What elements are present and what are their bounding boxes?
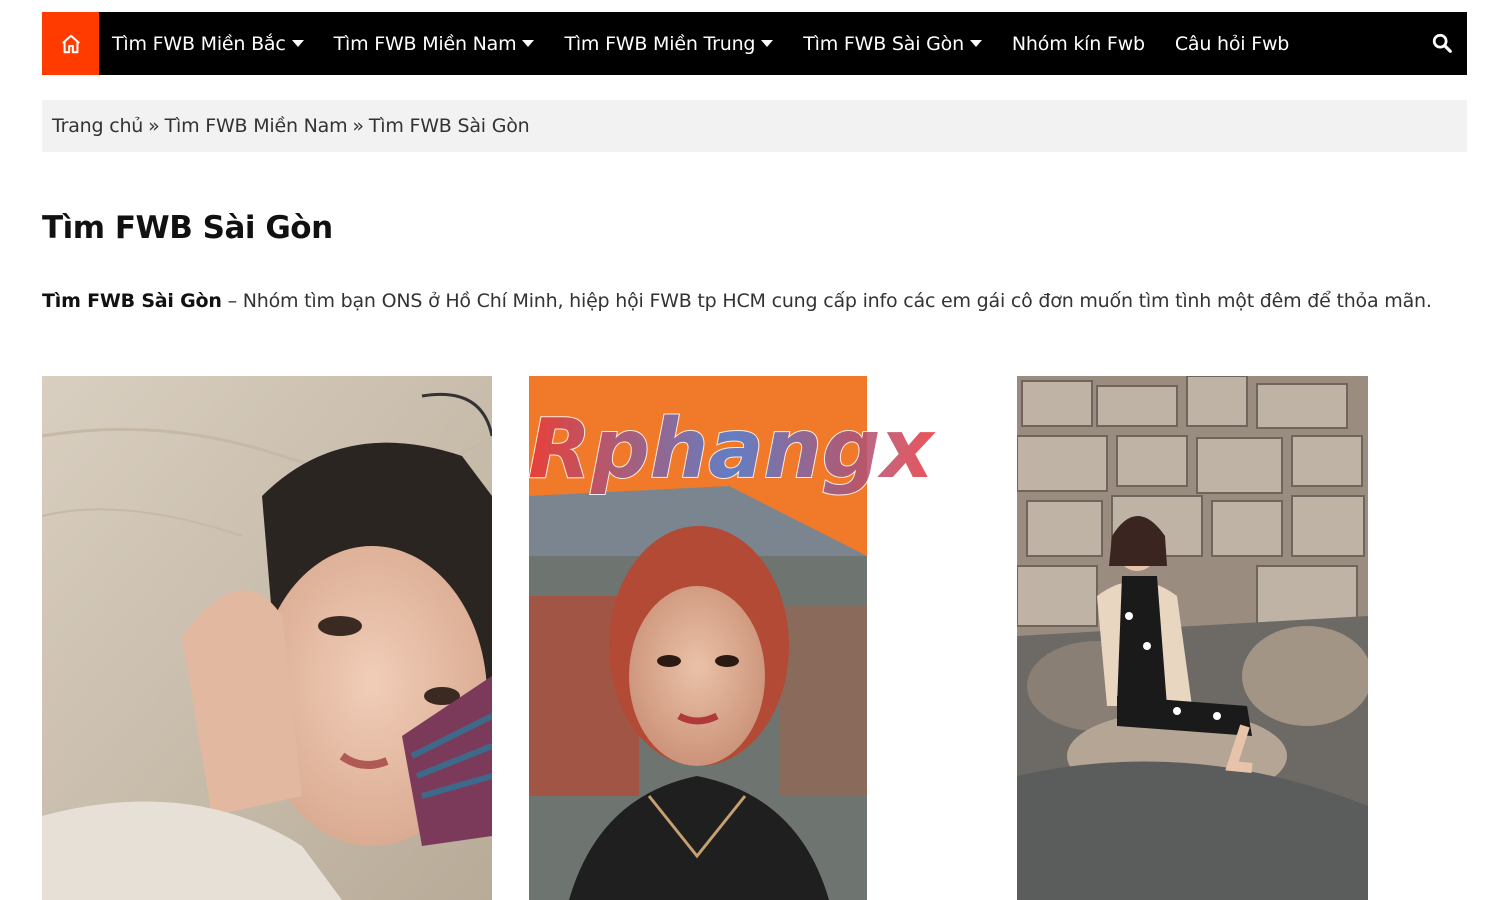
breadcrumb-separator: » <box>148 115 160 137</box>
home-button[interactable] <box>42 12 99 75</box>
chevron-down-icon <box>522 40 535 47</box>
chevron-down-icon <box>761 40 774 47</box>
nav-item-label: Tìm FWB Miền Trung <box>564 32 756 55</box>
nav-item-label: Tìm FWB Sài Gòn <box>803 32 964 55</box>
nav-item-nhom-kin[interactable]: Nhóm kín Fwb <box>1012 33 1145 55</box>
nav-item-label: Nhóm kín Fwb <box>1011 32 1145 55</box>
main-navbar: Tìm FWB Miền Bắc Tìm FWB Miền Nam Tìm FW… <box>42 12 1467 75</box>
breadcrumb-current: Tìm FWB Sài Gòn <box>368 115 530 137</box>
intro-bold: Tìm FWB Sài Gòn <box>42 290 222 312</box>
profile-photo-2[interactable] <box>529 376 867 900</box>
search-button[interactable] <box>1431 32 1455 56</box>
nav-item-mien-nam[interactable]: Tìm FWB Miền Nam <box>334 33 535 55</box>
nav-item-sai-gon[interactable]: Tìm FWB Sài Gòn <box>803 33 982 55</box>
nav-item-label: Tìm FWB Miền Nam <box>333 32 517 55</box>
nav-item-mien-bac[interactable]: Tìm FWB Miền Bắc <box>112 33 304 55</box>
intro-text: – Nhóm tìm bạn ONS ở Hồ Chí Minh, hiệp h… <box>221 290 1432 312</box>
nav-menu: Tìm FWB Miền Bắc Tìm FWB Miền Nam Tìm FW… <box>99 12 1319 75</box>
chevron-down-icon <box>969 40 982 47</box>
breadcrumb-home-link[interactable]: Trang chủ <box>52 115 143 137</box>
home-icon <box>61 34 80 53</box>
breadcrumb-parent-link[interactable]: Tìm FWB Miền Nam <box>165 115 348 137</box>
profile-photo-1[interactable] <box>42 376 492 900</box>
nav-item-label: Tìm FWB Miền Bắc <box>112 32 286 55</box>
page-title: Tìm FWB Sài Gòn <box>42 210 333 246</box>
nav-item-mien-trung[interactable]: Tìm FWB Miền Trung <box>564 32 774 55</box>
chevron-down-icon <box>291 40 304 47</box>
breadcrumb-separator: » <box>352 115 364 137</box>
breadcrumb: Trang chủ » Tìm FWB Miền Nam » Tìm FWB S… <box>42 100 1467 152</box>
search-icon <box>1432 33 1452 53</box>
profile-photo-3[interactable] <box>1017 376 1368 900</box>
nav-item-cau-hoi[interactable]: Câu hỏi Fwb <box>1174 32 1290 55</box>
intro-paragraph: Tìm FWB Sài Gòn – Nhóm tìm bạn ONS ở Hồ … <box>42 290 1462 312</box>
nav-item-label: Câu hỏi Fwb <box>1174 32 1290 55</box>
